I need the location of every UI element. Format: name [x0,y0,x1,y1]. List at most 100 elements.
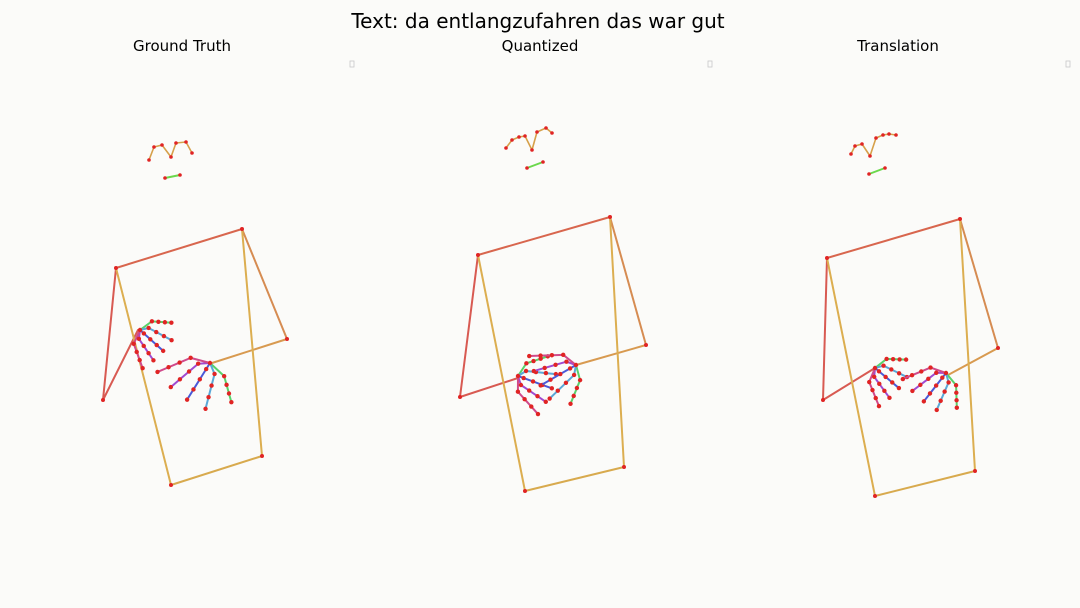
hand-joint [940,375,945,380]
hand-joint [918,382,923,388]
hand-joint [141,331,147,336]
panel-quantized: Quantized [458,37,713,493]
shoulder-line [115,228,243,269]
body-joint [114,266,118,270]
hand-joint [524,361,529,366]
hand-joint [155,369,160,375]
hand-joint [897,357,902,362]
face-landmark [523,134,527,138]
face-landmark [860,142,864,146]
pose-comparison-figure: Text: da entlangzufahren das war gut Gro… [101,9,1071,498]
hand-joint [162,320,168,325]
hand-joint [954,405,960,410]
hand-joint [224,382,229,388]
hand-joint [188,355,193,361]
torso-right-side [609,216,625,468]
hand-joint [903,357,909,362]
face-landmark [849,152,853,156]
skeleton-translation [821,132,1000,498]
hand-joint [934,407,939,413]
forearm-right [211,338,288,364]
hand-joint [943,370,949,376]
hand-joint [527,388,532,393]
face-contour-segment [161,144,172,158]
hand-joint [531,368,536,374]
panel-ground-truth: Ground Truth [101,37,355,487]
hand-bone [189,356,211,364]
panel-corner-marker [349,60,355,68]
body-joint [101,398,105,402]
hand-joint [197,377,203,382]
face-landmark [883,166,887,170]
hand-joint [933,383,939,388]
hand-joint [942,389,947,394]
hand-joint [890,380,895,385]
hand-joint [146,350,151,356]
face-contour-segment [869,137,877,157]
hand-joint [954,390,959,395]
hand-joint [177,360,182,365]
body-joint [873,494,877,498]
skeleton-quantized [458,126,648,493]
face-landmark [152,145,156,149]
hand-joint [571,372,577,378]
body-joint [825,256,829,260]
hand-joint [934,370,939,375]
hand-joint [876,369,882,374]
hand-joint [542,365,547,371]
face-landmark [517,135,521,139]
face-landmark [535,130,539,134]
hand-joint [531,358,536,364]
hand-joint [203,406,208,411]
face-landmark [160,143,164,147]
hand-joint [166,365,171,370]
body-joint [476,253,480,257]
hand-joint [883,374,888,380]
hand-joint [515,389,521,394]
body-joint [458,395,462,399]
face-landmark [190,151,194,155]
hand-joint [527,353,532,359]
hand-joint [184,397,190,402]
body-joint [958,217,962,221]
face-contour-segment [170,142,177,158]
hand-joint [212,371,217,377]
hand-joint [151,358,156,363]
hand-joint [928,365,933,370]
torso-left-side [477,254,526,492]
body-joint [169,483,173,487]
upper-arm-left [102,267,117,401]
hand-joint [195,361,201,366]
panel-translation: Translation [821,37,1071,498]
hand-joint [567,366,573,371]
hand-joint [938,398,943,403]
upper-arm-left [822,257,828,401]
face-landmark [530,148,534,152]
body-joint [260,454,264,458]
hand-joint [555,388,561,393]
hand-joint [146,325,151,331]
hand-joint [871,374,877,380]
torso-right-side [959,218,976,472]
face-landmark [163,176,167,180]
hand-joint [538,353,543,358]
hand-joint [530,379,536,384]
figure-title: Text: da entlangzufahren das war gut [350,9,724,33]
hand-joint [131,341,136,347]
hand-joint [515,373,521,379]
hand-joint [535,393,540,399]
upper-arm-right [241,228,288,340]
hand-joint [538,383,543,388]
hand-joint [563,380,569,385]
face-landmark [504,146,508,150]
hand-joint [921,399,927,404]
torso-right-side [241,228,263,457]
hand-joint [137,357,142,363]
hand-joint [870,387,875,393]
hand-joint [909,373,915,378]
panel-title-quantized: Quantized [502,37,579,55]
hand-joint [518,382,524,388]
face-landmark [867,172,871,176]
hip-line [874,470,976,497]
hand-joint [547,396,552,401]
